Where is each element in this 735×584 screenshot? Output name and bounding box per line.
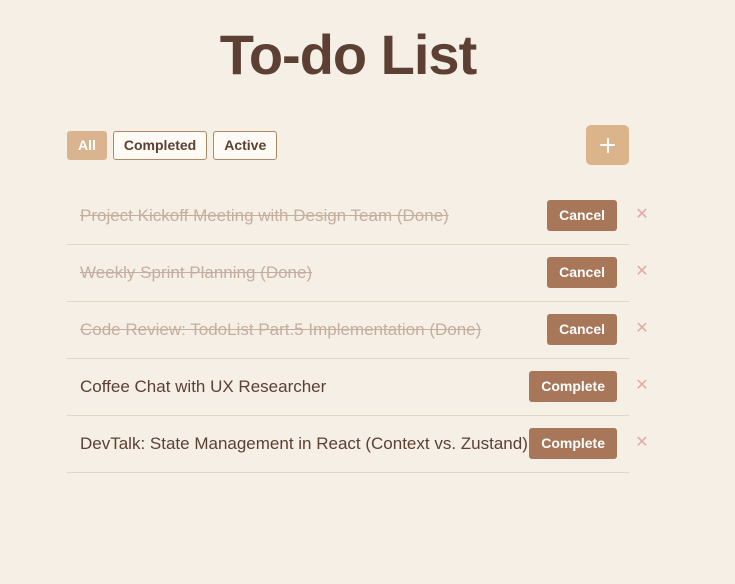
- complete-button[interactable]: Complete: [529, 428, 617, 459]
- toolbar: All Completed Active: [67, 125, 629, 165]
- filter-completed-button[interactable]: Completed: [112, 131, 208, 160]
- cancel-button[interactable]: Cancel: [547, 314, 617, 345]
- todo-text: DevTalk: State Management in React (Cont…: [80, 434, 528, 453]
- todo-list: Project Kickoff Meeting with Design Team…: [67, 188, 649, 473]
- todo-app: To-do List All Completed Active Project …: [0, 0, 735, 584]
- todo-text: Code Review: TodoList Part.5 Implementat…: [80, 320, 482, 339]
- close-icon[interactable]: ✕: [634, 433, 650, 451]
- filter-active-button[interactable]: Active: [213, 131, 278, 160]
- todo-item: Code Review: TodoList Part.5 Implementat…: [67, 302, 649, 359]
- filter-all-button[interactable]: All: [67, 131, 107, 160]
- plus-icon-bar: [606, 137, 609, 153]
- todo-item: Project Kickoff Meeting with Design Team…: [67, 188, 649, 245]
- add-todo-button[interactable]: [586, 125, 629, 165]
- page-title: To-do List: [219, 23, 477, 86]
- cancel-button[interactable]: Cancel: [547, 200, 617, 231]
- todo-text: Weekly Sprint Planning (Done): [80, 263, 313, 282]
- close-icon[interactable]: ✕: [634, 262, 650, 280]
- todo-text: Project Kickoff Meeting with Design Team…: [80, 206, 449, 225]
- todo-item: Coffee Chat with UX Researcher Complete …: [67, 359, 649, 416]
- todo-item: Weekly Sprint Planning (Done) Cancel ✕: [67, 245, 649, 302]
- close-icon[interactable]: ✕: [634, 376, 650, 394]
- todo-text: Coffee Chat with UX Researcher: [80, 377, 327, 396]
- complete-button[interactable]: Complete: [529, 371, 617, 402]
- close-icon[interactable]: ✕: [634, 205, 650, 223]
- cancel-button[interactable]: Cancel: [547, 257, 617, 288]
- todo-item: DevTalk: State Management in React (Cont…: [67, 416, 649, 473]
- close-icon[interactable]: ✕: [634, 319, 650, 337]
- filter-group: All Completed Active: [67, 131, 278, 160]
